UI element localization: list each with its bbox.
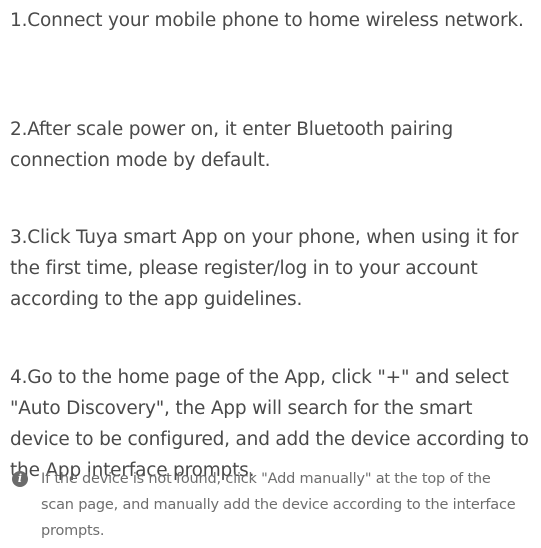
instructions-document: 1.Connect your mobile phone to home wire… bbox=[0, 0, 541, 548]
step-1: 1.Connect your mobile phone to home wire… bbox=[10, 10, 524, 31]
info-note-text: If the device is not found, click "Add m… bbox=[41, 471, 516, 539]
info-icon: i bbox=[12, 471, 28, 487]
info-note: i If the device is not found, click "Add… bbox=[12, 466, 527, 544]
step-3: 3.Click Tuya smart App on your phone, wh… bbox=[10, 227, 519, 310]
step-2: 2.After scale power on, it enter Bluetoo… bbox=[10, 119, 453, 171]
